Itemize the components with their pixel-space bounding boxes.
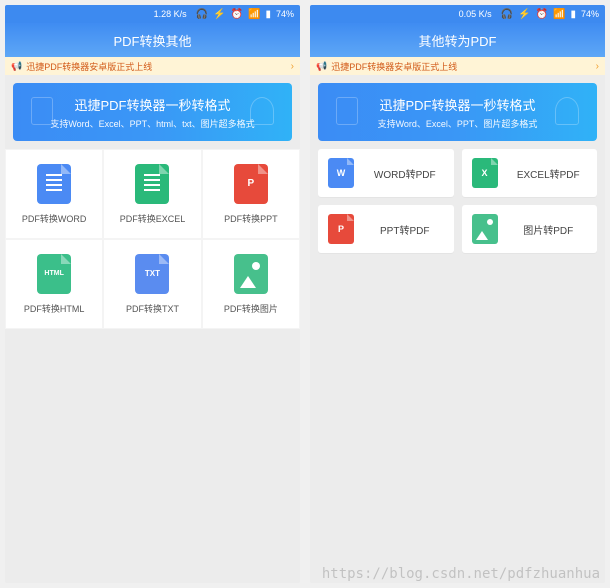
word-icon bbox=[37, 164, 71, 204]
ppt-to-pdf[interactable]: P PPT转PDF bbox=[318, 205, 454, 253]
word-icon: W bbox=[328, 158, 354, 188]
battery-icon: ▮ bbox=[570, 9, 576, 20]
ppt-icon: P bbox=[328, 214, 354, 244]
excel-icon bbox=[135, 164, 169, 204]
pdf-to-ppt[interactable]: P PDF转换PPT bbox=[202, 149, 300, 239]
status-bar: 0.05 K/s 🎧 ⚡ ⏰ 📶 ▮ 74% bbox=[310, 5, 605, 23]
screen-other-to-pdf: 0.05 K/s 🎧 ⚡ ⏰ 📶 ▮ 74% 其他转为PDF 📢 迅捷PDF转换… bbox=[310, 5, 605, 583]
pdf-to-html[interactable]: HTML PDF转换HTML bbox=[5, 239, 103, 329]
page-title: 其他转为PDF bbox=[310, 23, 605, 57]
notice-text: 迅捷PDF转换器安卓版正式上线 bbox=[26, 60, 152, 73]
speaker-icon: 📢 bbox=[316, 61, 327, 72]
pdf-to-image[interactable]: PDF转换图片 bbox=[202, 239, 300, 329]
headphones-icon: 🎧 bbox=[196, 9, 208, 20]
notice-bar[interactable]: 📢 迅捷PDF转换器安卓版正式上线 › bbox=[310, 57, 605, 75]
txt-icon: TXT bbox=[135, 254, 169, 294]
watermark: https://blog.csdn.net/pdfzhuanhua bbox=[322, 566, 600, 582]
page-title: PDF转换其他 bbox=[5, 23, 300, 57]
hero-title: 迅捷PDF转换器一秒转格式 bbox=[379, 95, 535, 114]
pdf-to-word[interactable]: PDF转换WORD bbox=[5, 149, 103, 239]
image-icon bbox=[234, 254, 268, 294]
screen-pdf-to-other: 1.28 K/s 🎧 ⚡ ⏰ 📶 ▮ 74% PDF转换其他 📢 迅捷PDF转换… bbox=[5, 5, 300, 583]
net-speed: 1.28 K/s bbox=[154, 9, 187, 19]
word-to-pdf[interactable]: W WORD转PDF bbox=[318, 149, 454, 197]
ppt-icon: P bbox=[234, 164, 268, 204]
bolt-icon: ⚡ bbox=[518, 9, 530, 20]
hero-banner[interactable]: 迅捷PDF转换器一秒转格式 支持Word、Excel、PPT、图片超多格式 bbox=[318, 83, 597, 141]
notice-bar[interactable]: 📢 迅捷PDF转换器安卓版正式上线 › bbox=[5, 57, 300, 75]
pdf-to-txt[interactable]: TXT PDF转换TXT bbox=[103, 239, 201, 329]
signal-icon: 📶 bbox=[248, 9, 260, 20]
hero-subtitle: 支持Word、Excel、PPT、html、txt、图片超多格式 bbox=[50, 117, 254, 130]
html-icon: HTML bbox=[37, 254, 71, 294]
alarm-icon: ⏰ bbox=[231, 9, 243, 20]
battery-icon: ▮ bbox=[265, 9, 271, 20]
excel-icon: X bbox=[472, 158, 498, 188]
headphones-icon: 🎧 bbox=[501, 9, 513, 20]
speaker-icon: 📢 bbox=[11, 61, 22, 72]
alarm-icon: ⏰ bbox=[536, 9, 548, 20]
hero-subtitle: 支持Word、Excel、PPT、图片超多格式 bbox=[378, 117, 538, 130]
chevron-right-icon: › bbox=[291, 61, 294, 72]
excel-to-pdf[interactable]: X EXCEL转PDF bbox=[462, 149, 598, 197]
bolt-icon: ⚡ bbox=[213, 9, 225, 20]
hero-banner[interactable]: 迅捷PDF转换器一秒转格式 支持Word、Excel、PPT、html、txt、… bbox=[13, 83, 292, 141]
status-bar: 1.28 K/s 🎧 ⚡ ⏰ 📶 ▮ 74% bbox=[5, 5, 300, 23]
notice-text: 迅捷PDF转换器安卓版正式上线 bbox=[331, 60, 457, 73]
chevron-right-icon: › bbox=[596, 61, 599, 72]
pdf-to-excel[interactable]: PDF转换EXCEL bbox=[103, 149, 201, 239]
image-to-pdf[interactable]: 图片转PDF bbox=[462, 205, 598, 253]
hero-title: 迅捷PDF转换器一秒转格式 bbox=[74, 95, 230, 114]
battery-pct: 74% bbox=[581, 9, 599, 19]
image-icon bbox=[472, 214, 498, 244]
signal-icon: 📶 bbox=[553, 9, 565, 20]
net-speed: 0.05 K/s bbox=[459, 9, 492, 19]
battery-pct: 74% bbox=[276, 9, 294, 19]
conversion-grid: PDF转换WORD PDF转换EXCEL P PDF转换PPT HTML PDF… bbox=[5, 149, 300, 329]
conversion-list: W WORD转PDF X EXCEL转PDF P PPT转PDF 图片转PDF bbox=[310, 149, 605, 261]
